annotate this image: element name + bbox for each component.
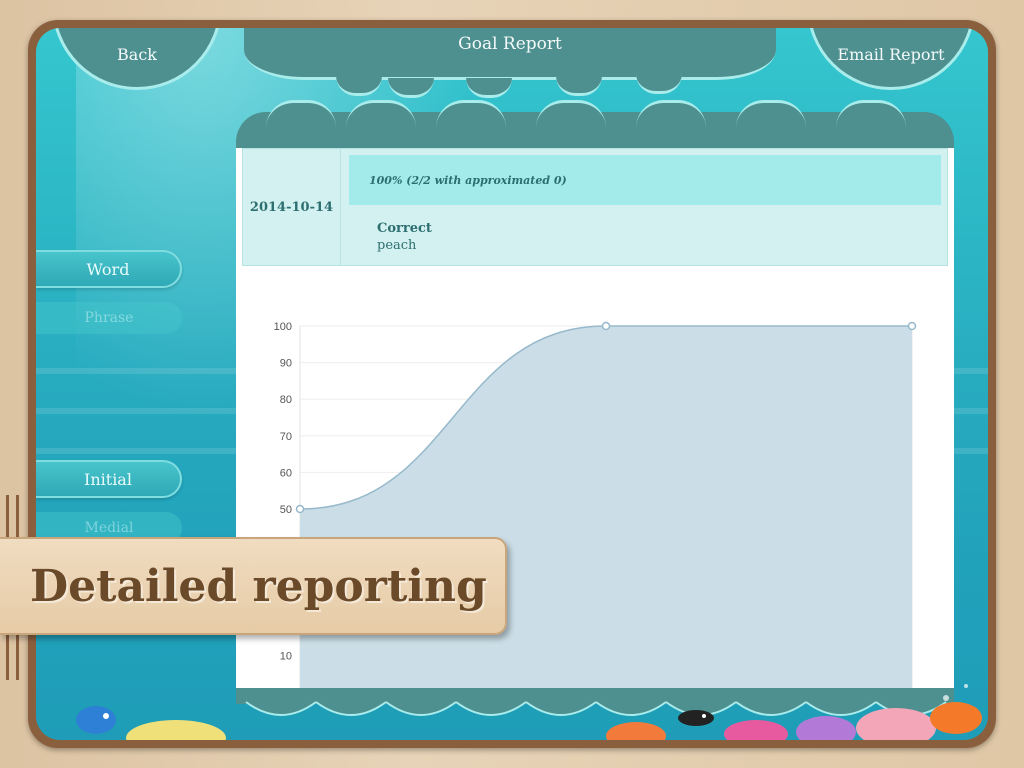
email-report-label: Email Report — [837, 45, 945, 64]
back-label: Back — [117, 45, 157, 64]
area-fill — [300, 326, 912, 692]
tab-word[interactable]: Word — [36, 250, 182, 288]
report-table: 2014-10-14 100% (2/2 with approximated 0… — [242, 148, 948, 266]
result-block: Correct peach — [377, 221, 432, 253]
tab-phrase-label: Phrase — [84, 310, 134, 326]
y-tick-label: 10 — [280, 650, 292, 662]
tab-medial-label: Medial — [84, 520, 134, 536]
y-tick-label: 50 — [280, 504, 292, 516]
data-point — [907, 321, 917, 331]
y-tick-label: 70 — [280, 431, 292, 443]
result-word: peach — [377, 238, 417, 253]
score-text: 100% (2/2 with approximated 0) — [369, 173, 567, 187]
email-report-button[interactable]: Email Report — [807, 28, 975, 90]
panel-header — [236, 100, 954, 152]
result-label: Correct — [377, 221, 432, 236]
y-tick-label: 90 — [280, 358, 292, 370]
y-tick-label: 60 — [280, 467, 292, 479]
feature-banner: Detailed reporting — [0, 537, 507, 635]
page-title: Goal Report — [458, 34, 562, 54]
reef-decoration — [76, 684, 982, 740]
score-summary: 100% (2/2 with approximated 0) — [349, 155, 941, 205]
data-point — [601, 321, 611, 331]
tab-word-label: Word — [86, 259, 130, 279]
tab-initial-label: Initial — [84, 469, 132, 489]
header-bar: Goal Report — [244, 28, 776, 80]
y-tick-label: 80 — [280, 394, 292, 406]
tab-phrase[interactable]: Phrase — [36, 302, 182, 334]
report-date: 2014-10-14 — [243, 149, 341, 265]
data-point — [295, 504, 305, 514]
banner-text: Detailed reporting — [30, 560, 487, 612]
tab-initial[interactable]: Initial — [36, 460, 182, 498]
y-tick-label: 100 — [274, 321, 292, 333]
